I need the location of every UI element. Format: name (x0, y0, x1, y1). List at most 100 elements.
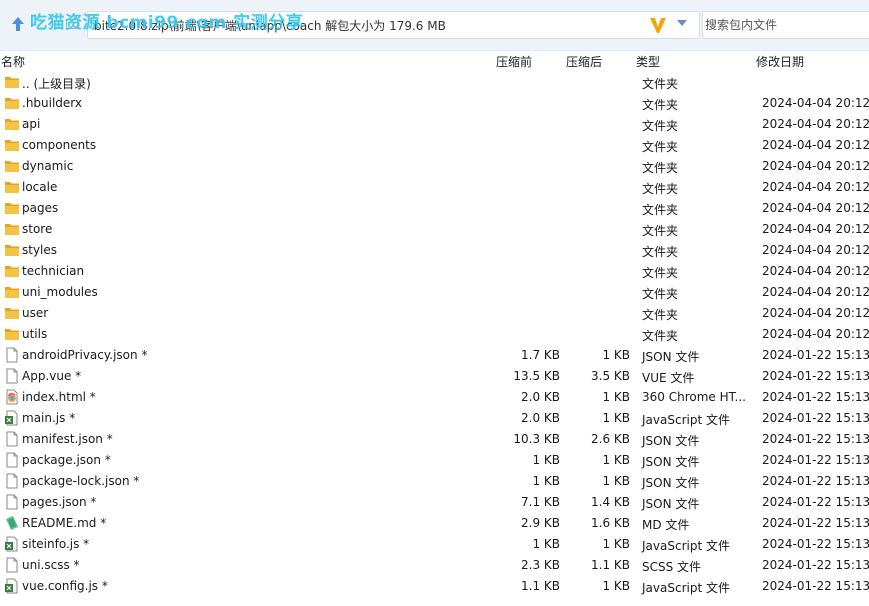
file-modified-date: 2024-04-04 20:12 (762, 327, 869, 341)
html-icon (4, 389, 20, 405)
file-modified-date: 2024-01-22 15:13 (762, 411, 869, 425)
up-arrow-icon[interactable] (9, 13, 27, 35)
file-modified-date: 2024-04-04 20:12 (762, 180, 869, 194)
folder-icon (4, 284, 20, 300)
list-item[interactable]: locale 文件夹 2024-04-04 20:12 (0, 177, 869, 198)
file-name: androidPrivacy.json * (22, 348, 148, 362)
file-size: 2.0 KB (521, 390, 560, 404)
file-size: 1 KB (532, 537, 560, 551)
folder-icon (4, 158, 20, 174)
list-item[interactable]: api 文件夹 2024-04-04 20:12 (0, 114, 869, 135)
file-icon (4, 494, 20, 510)
file-type: JavaScript 文件 (642, 413, 730, 427)
file-modified-date: 2024-01-22 15:13 (762, 516, 869, 530)
file-list: .. (上级目录) 文件夹 .hbuilderx 文件夹 2024-04-04 20:1… (0, 72, 869, 597)
file-type: 360 Chrome HT... (642, 390, 746, 404)
list-item[interactable]: README.md * 2.9 KB 1.6 KB MD 文件 2024-01-22 1… (0, 513, 869, 534)
file-packed-size: 1 KB (602, 453, 630, 467)
list-item[interactable]: pages.json * 7.1 KB 1.4 KB JSON 文件 2024-01-2… (0, 492, 869, 513)
file-icon (4, 452, 20, 468)
list-item[interactable]: dynamic 文件夹 2024-04-04 20:12 (0, 156, 869, 177)
list-item[interactable]: App.vue * 13.5 KB 3.5 KB VUE 文件 2024-01-22 1… (0, 366, 869, 387)
file-type: 文件夹 (642, 329, 679, 343)
search-box[interactable] (702, 11, 869, 39)
folder-icon (4, 221, 20, 237)
file-modified-date: 2024-01-22 15:13 (762, 348, 869, 362)
folder-icon (4, 263, 20, 279)
list-item[interactable]: manifest.json * 10.3 KB 2.6 KB JSON 文件 2024-… (0, 429, 869, 450)
list-item[interactable]: user 文件夹 2024-04-04 20:12 (0, 303, 869, 324)
file-size: 1.1 KB (521, 579, 560, 593)
list-item[interactable]: uni_modules 文件夹 2024-04-04 20:12 (0, 282, 869, 303)
list-item[interactable]: uni.scss * 2.3 KB 1.1 KB SCSS 文件 2024-01-22 … (0, 555, 869, 576)
list-item[interactable]: technician 文件夹 2024-04-04 20:12 (0, 261, 869, 282)
file-type: JSON 文件 (642, 350, 700, 364)
file-modified-date: 2024-01-22 15:13 (762, 495, 869, 509)
list-item[interactable]: index.html * 2.0 KB 1 KB 360 Chrome HT... 20… (0, 387, 869, 408)
file-name: .hbuilderx (22, 96, 83, 110)
folder-icon (4, 179, 20, 195)
file-name: components (22, 138, 97, 152)
list-item[interactable]: styles 文件夹 2024-04-04 20:12 (0, 240, 869, 261)
file-icon (4, 431, 20, 447)
file-type: 文件夹 (642, 140, 679, 154)
list-item[interactable]: pages 文件夹 2024-04-04 20:12 (0, 198, 869, 219)
file-type: MD 文件 (642, 518, 690, 532)
file-modified-date: 2024-04-04 20:12 (762, 243, 869, 257)
file-name: vue.config.js * (22, 579, 108, 593)
file-icon (4, 347, 20, 363)
column-size-header[interactable]: 压缩前 (496, 53, 532, 70)
chevron-down-icon[interactable] (677, 20, 687, 26)
file-name: pages (22, 201, 59, 215)
file-modified-date: 2024-04-04 20:12 (762, 138, 869, 152)
file-packed-size: 1.6 KB (591, 516, 630, 530)
file-modified-date: 2024-04-04 20:12 (762, 264, 869, 278)
list-item[interactable]: vue.config.js * 1.1 KB 1 KB JavaScript 文件 20… (0, 576, 869, 597)
file-type: JSON 文件 (642, 476, 700, 490)
file-modified-date: 2024-01-22 15:13 (762, 579, 869, 593)
file-name: README.md * (22, 516, 107, 530)
list-item[interactable]: .. (上级目录) 文件夹 (0, 72, 869, 93)
file-modified-date: 2024-01-22 15:13 (762, 432, 869, 446)
file-type: 文件夹 (642, 119, 679, 133)
file-size: 2.9 KB (521, 516, 560, 530)
list-item[interactable]: androidPrivacy.json * 1.7 KB 1 KB JSON 文件 20… (0, 345, 869, 366)
folder-icon (4, 137, 20, 153)
file-packed-size: 1 KB (602, 474, 630, 488)
file-name: utils (22, 327, 48, 341)
file-size: 7.1 KB (521, 495, 560, 509)
file-name: store (22, 222, 53, 236)
file-packed-size: 1.1 KB (591, 558, 630, 572)
list-item[interactable]: utils 文件夹 2024-04-04 20:12 (0, 324, 869, 345)
list-item[interactable]: store 文件夹 2024-04-04 20:12 (0, 219, 869, 240)
folder-icon (4, 116, 20, 132)
list-item[interactable]: siteinfo.js * 1 KB 1 KB JavaScript 文件 2024-0… (0, 534, 869, 555)
list-item[interactable]: .hbuilderx 文件夹 2024-04-04 20:12 (0, 93, 869, 114)
file-type: 文件夹 (642, 266, 679, 280)
column-name-header[interactable]: 名称 (1, 53, 25, 70)
file-size: 1.7 KB (521, 348, 560, 362)
column-modified-header[interactable]: 修改日期 (756, 53, 804, 70)
file-name: pages.json * (22, 495, 97, 509)
file-type: JSON 文件 (642, 497, 700, 511)
js-icon (4, 410, 20, 426)
file-name: manifest.json * (22, 432, 113, 446)
list-item[interactable]: package-lock.json * 1 KB 1 KB JSON 文件 2024-0… (0, 471, 869, 492)
file-name: main.js * (22, 411, 76, 425)
file-type: JSON 文件 (642, 455, 700, 469)
file-modified-date: 2024-01-22 15:13 (762, 474, 869, 488)
search-input[interactable] (703, 12, 865, 38)
file-name: .. (上级目录) (22, 77, 91, 91)
column-packed-header[interactable]: 压缩后 (566, 53, 602, 70)
file-name: index.html * (22, 390, 96, 404)
column-type-header[interactable]: 类型 (636, 53, 660, 70)
file-name: uni_modules (22, 285, 98, 299)
list-item[interactable]: package.json * 1 KB 1 KB JSON 文件 2024-01-22 … (0, 450, 869, 471)
list-item[interactable]: main.js * 2.0 KB 1 KB JavaScript 文件 2024-01-… (0, 408, 869, 429)
folder-icon (4, 326, 20, 342)
list-item[interactable]: components 文件夹 2024-04-04 20:12 (0, 135, 869, 156)
file-name: App.vue * (22, 369, 82, 383)
v-logo-icon[interactable] (648, 15, 668, 35)
file-type: 文件夹 (642, 203, 679, 217)
watermark: 吃猫资源 bcmi99.com 实测分享 (30, 13, 304, 33)
